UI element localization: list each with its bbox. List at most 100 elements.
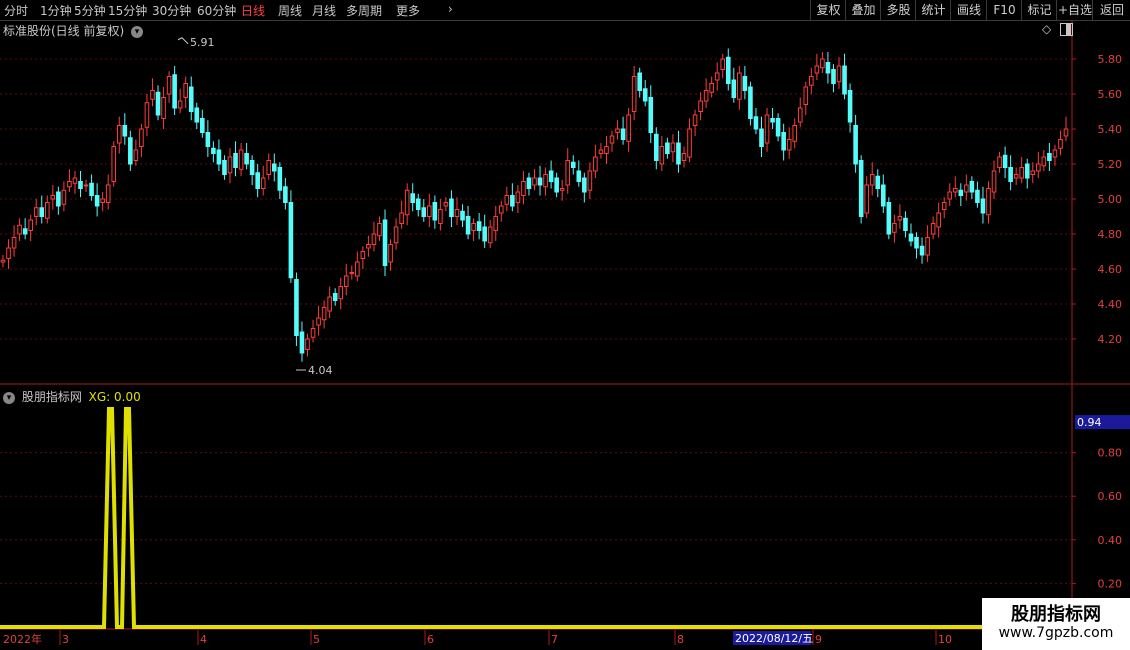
candle-body: [593, 156, 598, 172]
layout-toggle-icon[interactable]: [1060, 23, 1073, 36]
candle-body: [842, 65, 847, 95]
candle-body: [820, 58, 825, 69]
diamond-icon[interactable]: ◇: [1042, 22, 1051, 36]
watermark-title: 股朋指标网: [1011, 604, 1101, 625]
candle-body: [654, 133, 659, 161]
chart-canvas: 5.80 5.60 5.40 5.20 5.00 4.80 4.60 4.40 4.20 0.80…: [0, 20, 1130, 646]
candle-body: [327, 296, 332, 312]
candle-body: [532, 177, 537, 186]
candle-body: [626, 114, 631, 142]
candle-body: [172, 74, 177, 109]
candle-body: [720, 58, 726, 70]
candle-body: [476, 221, 482, 231]
candle-body: [343, 275, 349, 287]
indicator-tick-label: 0.80: [1098, 447, 1123, 460]
candle-body: [753, 116, 759, 130]
candle-body: [188, 86, 194, 112]
candle-body: [89, 182, 94, 196]
month-label: 8: [677, 633, 684, 646]
candle-body: [1019, 167, 1025, 179]
candle-body: [1030, 170, 1036, 175]
candle-body: [925, 237, 930, 256]
candle-body: [676, 142, 681, 165]
candle-body: [72, 177, 78, 184]
watermark-url: www.7gpzb.com: [998, 625, 1114, 641]
candle-body: [1058, 139, 1063, 149]
indicator-title-row[interactable]: ▾ 股朋指标网 XG: 0.00: [3, 388, 141, 405]
candle-body: [427, 205, 432, 217]
candle-body: [886, 202, 892, 235]
month-label: 3: [62, 633, 69, 646]
candle-body: [637, 72, 642, 91]
price-tick-label: 5.60: [1098, 88, 1123, 101]
candle-body: [222, 160, 227, 175]
candle-body: [510, 195, 515, 207]
candle-body: [100, 198, 105, 203]
candle-body: [205, 132, 211, 147]
price-tick-label: 4.80: [1098, 228, 1123, 241]
candle-body: [620, 128, 626, 140]
candle-body: [1047, 153, 1052, 161]
candle-body: [194, 107, 200, 123]
candle-body: [565, 160, 571, 186]
candle-body: [914, 237, 919, 249]
candle-body: [587, 170, 593, 191]
chevron-down-icon[interactable]: ▾: [131, 25, 144, 38]
price-tick-label: 5.00: [1098, 193, 1123, 206]
chevron-down-icon[interactable]: ▾: [3, 391, 15, 404]
candle-body: [238, 149, 244, 170]
candle-body: [609, 135, 615, 144]
main-chart-title-row[interactable]: 标准股份(日线 前复权) ▾: [3, 22, 144, 39]
candle-body: [1063, 128, 1069, 137]
price-tick-label: 5.40: [1098, 123, 1123, 136]
candle-body: [958, 189, 964, 196]
candle-body: [1041, 156, 1047, 167]
month-label: 9: [815, 633, 822, 646]
candle-body: [211, 147, 216, 154]
candle-body: [975, 189, 980, 203]
candle-body: [991, 170, 997, 193]
candle-body: [39, 207, 45, 217]
price-tick-label: 4.60: [1098, 263, 1123, 276]
candle-body: [449, 198, 454, 217]
price-tick-label: 4.20: [1098, 333, 1123, 346]
month-label: 10: [938, 633, 952, 646]
candle-body: [44, 202, 50, 219]
candle-body: [404, 189, 410, 216]
watermark: 股朋指标网 www.7gpzb.com: [982, 598, 1130, 650]
candle-body: [200, 118, 205, 133]
candle-body: [432, 202, 438, 221]
candle-body: [786, 139, 792, 151]
candle-body: [116, 125, 122, 144]
candle-body: [244, 153, 249, 165]
candle-body: [321, 307, 327, 321]
candle-body: [548, 170, 554, 182]
candle-body: [952, 188, 958, 193]
candle-body: [155, 91, 161, 116]
candle-body: [493, 216, 499, 231]
candle-body: [748, 86, 753, 119]
candle-body: [421, 207, 427, 217]
candle-body: [438, 209, 443, 224]
candle-body: [803, 86, 809, 105]
low-price-label: 4.04: [308, 364, 333, 377]
candle-body: [764, 114, 770, 144]
price-tick-label: 5.20: [1098, 158, 1123, 171]
candle-body: [714, 72, 720, 81]
candle-body: [28, 219, 33, 231]
candle-body: [875, 175, 881, 189]
candle-body: [809, 76, 814, 86]
candle-body: [947, 191, 953, 200]
candle-body: [742, 76, 748, 91]
candle-body: [554, 177, 559, 193]
candle-body: [687, 128, 692, 158]
candle-body: [454, 209, 460, 217]
candle-body: [792, 125, 798, 142]
candle-body: [305, 338, 310, 350]
candle-body: [316, 317, 321, 326]
candle-body: [864, 184, 869, 214]
candle-body: [288, 202, 294, 279]
candle-body: [128, 137, 133, 165]
candle-body: [294, 279, 299, 336]
candle-body: [482, 226, 487, 242]
